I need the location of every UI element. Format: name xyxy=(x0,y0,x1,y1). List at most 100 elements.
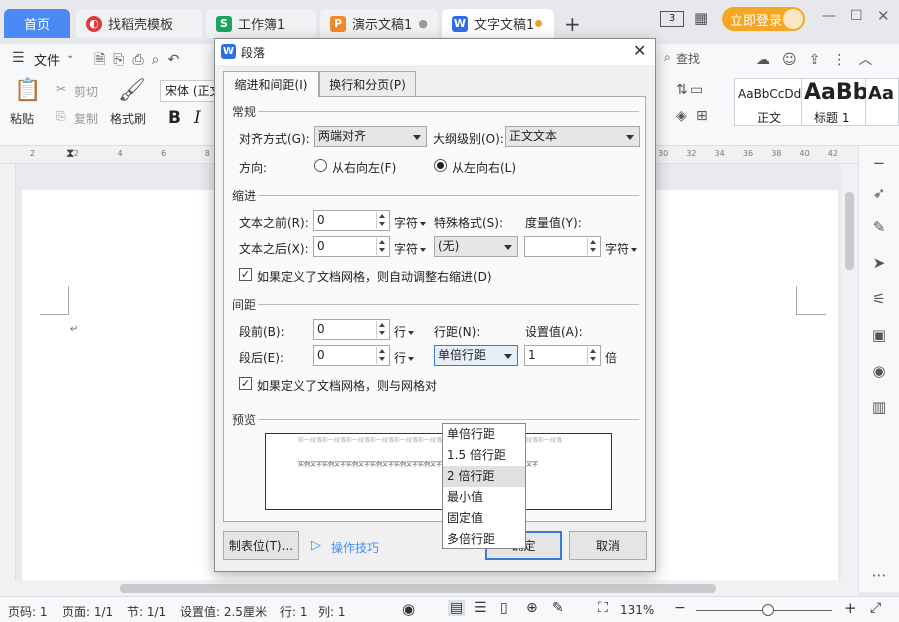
italic-button[interactable]: I xyxy=(194,108,201,128)
dialog-titlebar[interactable]: W 段落 ✕ xyxy=(215,39,655,65)
horizontal-scrollbar[interactable] xyxy=(0,580,858,596)
spin-down-icon[interactable] xyxy=(590,248,596,252)
page-view-icon[interactable]: ▤ xyxy=(448,600,466,616)
tab-templates[interactable]: ◐ 找稻壳模板 xyxy=(76,9,202,38)
rocket-icon[interactable]: ➶ xyxy=(870,184,888,202)
indent-grid-label[interactable]: 如果定义了文档网格，则自动调整右缩进(D) xyxy=(257,268,492,285)
spacing-after-input[interactable]: 0 xyxy=(313,345,390,366)
option-exactly[interactable]: 固定值 xyxy=(443,508,525,529)
spin-down-icon[interactable] xyxy=(379,248,385,252)
line-spacing-select[interactable]: 单倍行距 xyxy=(434,345,518,366)
spinner-buttons[interactable] xyxy=(587,238,599,255)
location-icon[interactable]: ◉ xyxy=(870,362,888,380)
option-double[interactable]: 2 倍行距 xyxy=(443,466,525,487)
bold-button[interactable]: B xyxy=(168,108,181,128)
measure-input[interactable] xyxy=(524,236,601,257)
ltr-radio[interactable] xyxy=(434,159,447,172)
tab-close-dot[interactable]: ● xyxy=(418,17,428,30)
dialog-close-icon[interactable]: ✕ xyxy=(633,41,646,60)
spinner-buttons[interactable] xyxy=(587,347,599,364)
spin-up-icon[interactable] xyxy=(379,349,385,353)
set-value-input[interactable]: 1 xyxy=(524,345,601,366)
outline-select[interactable]: 正文文本 xyxy=(505,126,640,147)
spinner-buttons[interactable] xyxy=(376,347,388,364)
spinner-buttons[interactable] xyxy=(376,238,388,255)
rtl-radio[interactable] xyxy=(314,159,327,172)
option-at-least[interactable]: 最小值 xyxy=(443,487,525,508)
option-1-5[interactable]: 1.5 倍行距 xyxy=(443,445,525,466)
cancel-button[interactable]: 取消 xyxy=(569,531,647,560)
tab-presentation[interactable]: P 演示文稿1 ● xyxy=(320,9,438,38)
zoom-out-icon[interactable]: − xyxy=(674,600,686,616)
search-icon[interactable]: ⌕ xyxy=(664,50,671,65)
special-format-select[interactable]: (无) xyxy=(434,236,518,257)
spin-down-icon[interactable] xyxy=(379,222,385,226)
rtl-label[interactable]: 从右向左(F) xyxy=(332,159,396,176)
tab-indent-spacing[interactable]: 缩进和间距(I) xyxy=(223,71,319,97)
outline-view-icon[interactable]: ☰ xyxy=(474,600,487,616)
tab-document[interactable]: W 文字文稿1 xyxy=(442,9,554,38)
fit-page-icon[interactable]: ⛶ xyxy=(598,600,608,616)
tabstops-button[interactable]: 制表位(T)... xyxy=(223,531,299,560)
collapse-icon[interactable]: − xyxy=(870,154,888,172)
scroll-thumb[interactable] xyxy=(120,584,716,593)
indent-grid-checkbox[interactable]: ✓ xyxy=(239,268,252,281)
spin-up-icon[interactable] xyxy=(590,349,596,353)
shading-icon[interactable]: ◈ xyxy=(676,108,687,124)
sort-icon[interactable]: ⇅ xyxy=(676,82,688,98)
font-name-combo[interactable]: 宋体 (正文 xyxy=(160,80,220,102)
spin-up-icon[interactable] xyxy=(379,214,385,218)
option-multiple[interactable]: 多倍行距 xyxy=(443,529,525,550)
spin-down-icon[interactable] xyxy=(379,331,385,335)
spin-up-icon[interactable] xyxy=(379,240,385,244)
measure-unit[interactable]: 字符 xyxy=(605,240,638,257)
pen-view-icon[interactable]: ✎ xyxy=(552,600,564,616)
spacing-after-unit[interactable]: 行 xyxy=(394,349,415,366)
maximize-icon[interactable]: ☐ xyxy=(850,8,863,24)
close-window-icon[interactable]: ✕ xyxy=(877,7,890,25)
align-select[interactable]: 两端对齐 xyxy=(314,126,427,147)
reading-view-icon[interactable]: ▯ xyxy=(500,600,508,616)
more-icon[interactable]: ⋯ xyxy=(870,566,888,584)
play-circle-icon[interactable]: ▷ xyxy=(311,538,321,553)
minimize-icon[interactable]: — xyxy=(822,8,836,24)
style-heading1[interactable]: AaBb 标题 1 xyxy=(802,78,868,126)
spacing-grid-checkbox[interactable]: ✓ xyxy=(239,377,252,390)
file-menu[interactable]: 文件 xyxy=(34,50,60,69)
fullscreen-icon[interactable]: ⤢ xyxy=(870,600,881,616)
cloud-share-icons[interactable]: ☁☺⇪⋮︿ xyxy=(756,49,884,69)
ltr-label[interactable]: 从左向右(L) xyxy=(452,159,516,176)
spacing-before-input[interactable]: 0 xyxy=(313,319,390,340)
style-heading2[interactable]: Aa xyxy=(866,78,899,126)
format-painter-icon[interactable]: 🖌 xyxy=(118,78,146,103)
grid-apps-icon[interactable]: ▦ xyxy=(694,9,708,27)
indent-after-input[interactable]: 0 xyxy=(313,236,390,257)
chevron-down-icon[interactable]: ⌄ xyxy=(66,50,74,61)
new-tab-button[interactable]: + xyxy=(564,12,581,36)
borders-icon[interactable]: ⊞ xyxy=(696,108,708,124)
cursor-icon[interactable]: ➤ xyxy=(870,254,888,272)
zoom-slider-thumb[interactable] xyxy=(762,604,774,616)
spin-down-icon[interactable] xyxy=(590,357,596,361)
paste-icon[interactable]: 📋 xyxy=(14,78,41,103)
zoom-in-icon[interactable]: + xyxy=(844,599,857,617)
pen-icon[interactable]: ✎ xyxy=(870,218,888,236)
spinner-buttons[interactable] xyxy=(376,321,388,338)
copy-icon[interactable]: ⎘ xyxy=(56,109,66,124)
vertical-ruler[interactable] xyxy=(0,164,16,580)
hamburger-icon[interactable]: ☰ xyxy=(12,50,25,66)
quick-access-icons[interactable]: 🗎⎘⎙⌕↶ xyxy=(94,49,187,73)
tab-stops-icon[interactable]: ▭ xyxy=(690,82,703,98)
search-label[interactable]: 查找 xyxy=(676,50,700,67)
spin-up-icon[interactable] xyxy=(590,240,596,244)
spin-up-icon[interactable] xyxy=(379,323,385,327)
format-painter-button[interactable]: 格式刷 xyxy=(110,110,146,127)
option-single[interactable]: 单倍行距 xyxy=(443,424,525,445)
image-icon[interactable]: ▣ xyxy=(870,326,888,344)
paste-button[interactable]: 粘贴 xyxy=(10,110,34,127)
copy-button[interactable]: 复制 xyxy=(74,110,98,127)
tips-link[interactable]: 操作技巧 xyxy=(331,539,379,556)
vertical-scrollbar[interactable] xyxy=(841,164,858,580)
tab-line-page-breaks[interactable]: 换行和分页(P) xyxy=(319,71,416,96)
style-normal[interactable]: AaBbCcDd 正文 xyxy=(734,78,802,126)
